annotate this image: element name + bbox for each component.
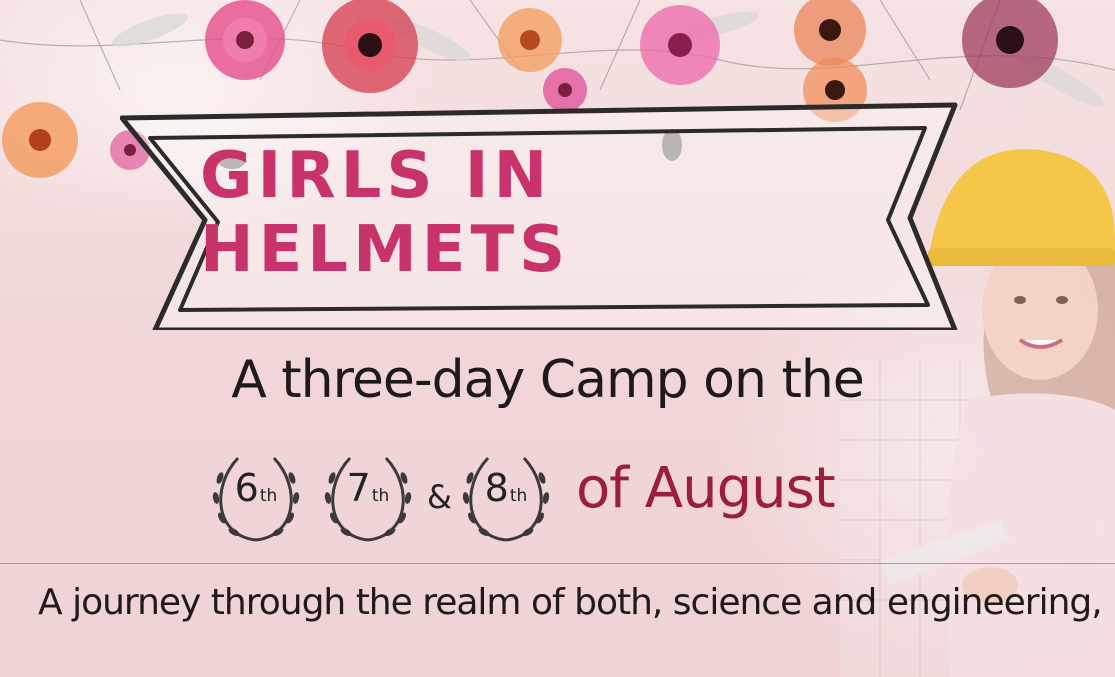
flower-icon [640,5,720,85]
date-day-number: 8 [484,466,509,510]
poster: GIRLS IN HELMETS A three-day Camp on the [0,0,1115,677]
flower-icon [794,0,866,66]
event-dates: 6th 7th & 8th of August [208,448,908,548]
date-day-suffix: th [259,486,278,506]
event-tagline: A journey through the realm of both, sci… [38,582,1103,623]
date-day-label: 8th [458,466,554,510]
date-badge: 6th [208,448,304,544]
date-day-suffix: th [509,486,528,506]
date-day-number: 6 [234,466,259,510]
flower-icon [205,0,285,80]
date-badge: 7th [320,448,416,544]
flower-icon [2,102,78,178]
date-day-label: 6th [208,466,304,510]
event-subtitle: A three-day Camp on the [231,350,865,410]
divider [0,563,1115,564]
date-day-number: 7 [346,466,371,510]
flower-icon [322,0,418,93]
date-day-label: 7th [320,466,416,510]
event-month: of August [576,456,836,521]
date-badge: 8th [458,448,554,544]
event-title: GIRLS IN HELMETS [200,139,571,287]
date-day-suffix: th [371,486,390,506]
ampersand: & [427,478,452,516]
flower-icon [498,8,562,72]
